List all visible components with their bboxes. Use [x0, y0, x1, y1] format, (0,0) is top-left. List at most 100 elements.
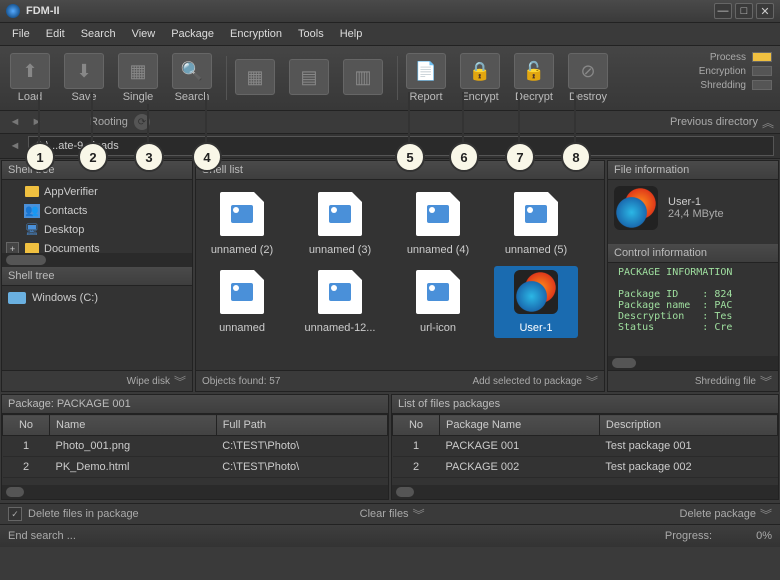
shell-list[interactable]: unnamed (2)unnamed (3)unnamed (4)unnamed…: [196, 180, 604, 370]
close-button[interactable]: ✕: [756, 3, 774, 19]
table-row[interactable]: 2PACKAGE 002Test package 002: [393, 457, 778, 478]
drive-list[interactable]: Windows (C:): [2, 286, 192, 371]
decrypt-button[interactable]: 🔓Decrypt: [510, 53, 558, 103]
disk-icon: [8, 292, 26, 304]
shredding-file-button[interactable]: Shredding file︾: [695, 373, 772, 390]
delete-package-button[interactable]: Delete package ︾: [680, 506, 772, 523]
col-header[interactable]: Name: [50, 415, 217, 436]
tree-item-label: AppVerifier: [44, 186, 98, 198]
nav-fwd-icon[interactable]: ►: [28, 114, 46, 130]
delete-files-checkbox[interactable]: ✓: [8, 507, 22, 521]
path-back-icon[interactable]: ◄: [6, 138, 24, 154]
tree-scrollbar[interactable]: [2, 253, 192, 267]
menu-package[interactable]: Package: [163, 25, 222, 43]
menu-file[interactable]: File: [4, 25, 38, 43]
file-thumb[interactable]: unnamed (3): [298, 188, 382, 260]
file-thumb[interactable]: unnamed (2): [200, 188, 284, 260]
save-button[interactable]: ⬇Save: [60, 53, 108, 103]
load-button[interactable]: ⬆Load: [6, 53, 54, 103]
previous-dir-label[interactable]: Previous directory: [670, 116, 758, 128]
file-thumb[interactable]: unnamed: [200, 266, 284, 338]
cell: PACKAGE 001: [440, 436, 600, 457]
minimize-button[interactable]: —: [714, 3, 732, 19]
maximize-button[interactable]: □: [735, 3, 753, 19]
grid2-button[interactable]: ▤: [285, 59, 333, 97]
expander-icon[interactable]: +: [6, 242, 19, 253]
nav-back-icon[interactable]: ◄: [6, 114, 24, 130]
grid3-button[interactable]: ▥: [339, 59, 387, 97]
delete-files-label: Delete files in package: [28, 508, 139, 520]
single-icon: ▦: [118, 53, 158, 89]
file-thumb[interactable]: unnamed (5): [494, 188, 578, 260]
file-thumb[interactable]: User-1: [494, 266, 578, 338]
menu-help[interactable]: Help: [332, 25, 371, 43]
encrypt-button[interactable]: 🔒Encrypt: [456, 53, 504, 103]
thumb-label: unnamed (5): [494, 244, 578, 256]
destroy-button[interactable]: ⊘ Destroy: [564, 53, 612, 103]
package-table[interactable]: NoNameFull Path1Photo_001.pngC:\TEST\Pho…: [2, 414, 388, 485]
image-file-icon: [318, 270, 362, 314]
package-panel-header: Package: PACKAGE 001: [2, 395, 388, 414]
single-label: Single: [123, 91, 154, 103]
app-logo-icon: [6, 4, 20, 18]
search-button[interactable]: 🔍Search: [168, 53, 216, 103]
led-process-label: Process: [710, 52, 746, 63]
tree-item[interactable]: 🖥Desktop: [2, 220, 192, 239]
destroy-icon: ⊘: [568, 53, 608, 89]
cell: 1: [393, 436, 440, 457]
rooting-button[interactable]: ⟳: [134, 114, 150, 130]
tree-item[interactable]: +Documents: [2, 239, 192, 253]
col-header[interactable]: No: [393, 415, 440, 436]
shell-tree2-header: Shell tree: [2, 267, 192, 286]
menu-edit[interactable]: Edit: [38, 25, 73, 43]
file-thumb[interactable]: url-icon: [396, 266, 480, 338]
single-button[interactable]: ▦ Single: [114, 53, 162, 103]
destroy-label: Destroy: [569, 91, 607, 103]
shell-tree[interactable]: AppVerifier👥Contacts🖥Desktop+Documents+D…: [2, 180, 192, 253]
contacts-icon: 👥: [24, 204, 40, 218]
folder-icon: [24, 185, 40, 199]
wipe-disk-button[interactable]: Wipe disk︾: [127, 373, 186, 390]
thumb-label: unnamed (2): [200, 244, 284, 256]
tree-item[interactable]: 👥 Contacts: [2, 201, 192, 220]
menu-encryption[interactable]: Encryption: [222, 25, 290, 43]
decrypt-label: Decrypt: [515, 91, 553, 103]
cell: 2: [393, 457, 440, 478]
search-label: Search: [175, 91, 210, 103]
table-row[interactable]: 1Photo_001.pngC:\TEST\Photo\: [3, 436, 388, 457]
grid1-button[interactable]: ▦: [231, 59, 279, 97]
col-header[interactable]: Full Path: [216, 415, 387, 436]
folder-icon: [24, 242, 40, 253]
file-size: 24,4 MByte: [668, 208, 724, 220]
thumb-label: User-1: [494, 322, 578, 334]
footer-actions: ✓ Delete files in package Clear files ︾ …: [0, 503, 780, 524]
ctrl-scrollbar[interactable]: [608, 356, 778, 370]
add-to-package-button[interactable]: Add selected to package︾: [472, 373, 598, 390]
encrypt-label: Encrypt: [461, 91, 498, 103]
list-table[interactable]: NoPackage NameDescription1PACKAGE 001Tes…: [392, 414, 778, 485]
list-scrollbar[interactable]: [392, 485, 778, 499]
menu-search[interactable]: Search: [73, 25, 124, 43]
table-row[interactable]: 1PACKAGE 001Test package 001: [393, 436, 778, 457]
menu-view[interactable]: View: [124, 25, 164, 43]
path-input[interactable]: C:\...ate-9...loads: [28, 136, 774, 156]
grid-icon: ▦: [235, 59, 275, 95]
cell: C:\TEST\Photo\: [216, 436, 387, 457]
col-header[interactable]: Package Name: [440, 415, 600, 436]
table-row[interactable]: 2PK_Demo.htmlC:\TEST\Photo\: [3, 457, 388, 478]
report-button[interactable]: 📄Report: [402, 53, 450, 103]
grid-icon: ▤: [289, 59, 329, 95]
col-header[interactable]: No: [3, 415, 50, 436]
menu-tools[interactable]: Tools: [290, 25, 332, 43]
col-header[interactable]: Description: [599, 415, 777, 436]
file-thumb[interactable]: unnamed-12...: [298, 266, 382, 338]
file-thumb[interactable]: unnamed (4): [396, 188, 480, 260]
pkg-scrollbar[interactable]: [2, 485, 388, 499]
chevron-up-icon[interactable]: ︽: [762, 114, 774, 131]
shredding-label: Shredding file: [695, 376, 756, 387]
tree-item-label: Contacts: [44, 205, 87, 217]
led-encryption-icon: [752, 66, 772, 76]
clear-files-button[interactable]: Clear files ︾: [360, 506, 425, 523]
tree-item[interactable]: AppVerifier: [2, 182, 192, 201]
image-file-icon: [416, 270, 460, 314]
